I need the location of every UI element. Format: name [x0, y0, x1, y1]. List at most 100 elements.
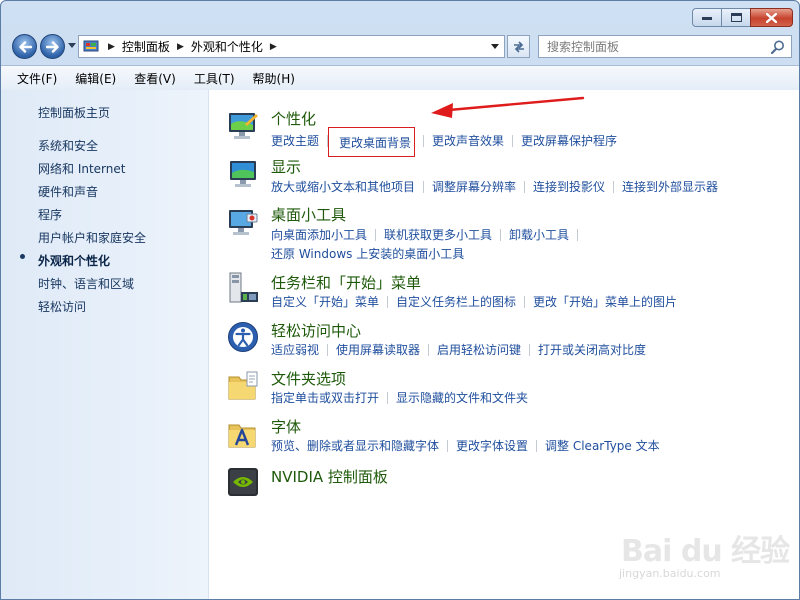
gadgets-icon[interactable] — [227, 206, 259, 238]
separator — [613, 180, 615, 193]
sidebar-item-home[interactable]: 控制面板主页 — [38, 104, 110, 121]
task-add-gadgets[interactable]: 向桌面添加小工具 — [271, 226, 367, 243]
minimize-icon — [702, 16, 712, 20]
category-title-folder-options[interactable]: 文件夹选项 — [271, 368, 346, 389]
task-accessibility-keys[interactable]: 启用轻松访问键 — [437, 341, 521, 358]
arrow-right-icon — [45, 40, 59, 53]
separator — [375, 228, 377, 241]
personalization-icon[interactable] — [227, 110, 259, 142]
category-title-fonts[interactable]: 字体 — [271, 416, 301, 437]
sidebar-item-hardware[interactable]: 硬件和声音 — [38, 183, 98, 200]
task-row: 向桌面添加小工具 联机获取更多小工具 卸载小工具 — [271, 226, 586, 243]
address-dropdown-icon[interactable] — [491, 44, 499, 50]
breadcrumb-separator-icon[interactable]: ▶ — [177, 42, 184, 52]
task-resize-text[interactable]: 放大或缩小文本和其他项目 — [271, 178, 415, 195]
watermark-url: jingyan.baidu.com — [619, 567, 721, 580]
separator — [529, 343, 531, 356]
sidebar-item-ease-of-access[interactable]: 轻松访问 — [38, 298, 86, 315]
task-screen-reader[interactable]: 使用屏幕读取器 — [336, 341, 420, 358]
category-title-ease-of-access[interactable]: 轻松访问中心 — [271, 320, 361, 341]
separator — [512, 134, 514, 147]
sidebar-item-network[interactable]: 网络和 Internet — [38, 160, 125, 177]
search-icon[interactable] — [771, 40, 785, 54]
task-change-start-menu-picture[interactable]: 更改「开始」菜单上的图片 — [533, 293, 677, 310]
title-bar — [1, 1, 799, 31]
maximize-button[interactable] — [721, 8, 751, 27]
menu-view[interactable]: 查看(V) — [127, 70, 183, 87]
ease-of-access-icon[interactable] — [227, 321, 259, 353]
display-icon[interactable] — [227, 158, 259, 190]
category-title-taskbar[interactable]: 任务栏和「开始」菜单 — [271, 272, 421, 293]
task-change-sound-effects[interactable]: 更改声音效果 — [432, 132, 504, 149]
separator — [536, 439, 538, 452]
task-restore-gadgets[interactable]: 还原 Windows 上安装的桌面小工具 — [271, 245, 464, 262]
task-change-screensaver[interactable]: 更改屏幕保护程序 — [521, 132, 617, 149]
separator — [524, 295, 526, 308]
task-customize-start-menu[interactable]: 自定义「开始」菜单 — [271, 293, 379, 310]
sidebar-item-user-accounts[interactable]: 用户帐户和家庭安全 — [38, 229, 146, 246]
task-row: 还原 Windows 上安装的桌面小工具 — [271, 245, 464, 262]
task-row: 更改主题 更改桌面背景 更改声音效果 更改屏幕保护程序 — [271, 127, 617, 157]
breadcrumb-appearance[interactable]: 外观和个性化 — [191, 38, 263, 55]
task-change-font-settings[interactable]: 更改字体设置 — [456, 437, 528, 454]
recent-pages-dropdown-icon[interactable] — [68, 43, 76, 51]
breadcrumb-separator-icon[interactable]: ▶ — [108, 42, 115, 52]
task-get-more-gadgets[interactable]: 联机获取更多小工具 — [384, 226, 492, 243]
close-button[interactable] — [750, 8, 793, 27]
separator — [577, 228, 579, 241]
task-manage-fonts[interactable]: 预览、删除或者显示和隐藏字体 — [271, 437, 439, 454]
sidebar-item-clock-language[interactable]: 时钟、语言和区域 — [38, 275, 134, 292]
category-title-nvidia[interactable]: NVIDIA 控制面板 — [271, 466, 388, 487]
separator — [423, 180, 425, 193]
back-button[interactable] — [12, 34, 37, 59]
search-box[interactable] — [538, 35, 792, 58]
minimize-button[interactable] — [692, 8, 722, 27]
separator — [447, 439, 449, 452]
menu-bar: 文件(F) 编辑(E) 查看(V) 工具(T) 帮助(H) — [1, 65, 799, 91]
folder-options-icon[interactable] — [227, 370, 259, 402]
menu-file[interactable]: 文件(F) — [10, 70, 64, 87]
maximize-icon — [730, 13, 742, 22]
task-connect-projector[interactable]: 连接到投影仪 — [533, 178, 605, 195]
category-title-personalization[interactable]: 个性化 — [271, 108, 316, 129]
task-row: 指定单击或双击打开 显示隐藏的文件和文件夹 — [271, 389, 528, 406]
task-single-double-click[interactable]: 指定单击或双击打开 — [271, 389, 379, 406]
task-adjust-resolution[interactable]: 调整屏幕分辨率 — [432, 178, 516, 195]
nvidia-icon[interactable] — [227, 466, 259, 498]
task-customize-taskbar-icons[interactable]: 自定义任务栏上的图标 — [396, 293, 516, 310]
task-high-contrast[interactable]: 打开或关闭高对比度 — [538, 341, 646, 358]
taskbar-icon[interactable] — [227, 272, 259, 304]
menu-help[interactable]: 帮助(H) — [246, 70, 302, 87]
separator — [423, 134, 425, 147]
breadcrumb-control-panel[interactable]: 控制面板 — [122, 38, 170, 55]
sidebar: 控制面板主页 系统和安全 网络和 Internet 硬件和声音 程序 用户帐户和… — [1, 90, 209, 599]
separator — [500, 228, 502, 241]
caption-buttons — [692, 8, 793, 27]
menu-tools[interactable]: 工具(T) — [187, 70, 242, 87]
task-uninstall-gadget[interactable]: 卸载小工具 — [509, 226, 569, 243]
sidebar-item-security[interactable]: 系统和安全 — [38, 137, 98, 154]
breadcrumb-separator-icon[interactable]: ▶ — [270, 42, 277, 52]
sidebar-item-programs[interactable]: 程序 — [38, 206, 62, 223]
forward-button[interactable] — [40, 34, 65, 59]
task-change-theme[interactable]: 更改主题 — [271, 132, 319, 149]
menu-edit[interactable]: 编辑(E) — [68, 70, 123, 87]
separator — [327, 343, 329, 356]
category-title-display[interactable]: 显示 — [271, 156, 301, 177]
fonts-icon[interactable] — [227, 418, 259, 450]
search-input[interactable] — [539, 36, 767, 57]
task-change-desktop-background[interactable]: 更改桌面背景 — [328, 127, 416, 157]
baidu-watermark: Bai du 经验 jingyan.baidu.com — [613, 512, 793, 592]
task-low-vision[interactable]: 适应弱视 — [271, 341, 319, 358]
refresh-button[interactable] — [507, 35, 530, 58]
annotation-arrow-icon — [431, 96, 585, 118]
task-show-hidden-files[interactable]: 显示隐藏的文件和文件夹 — [396, 389, 528, 406]
address-bar[interactable]: ▶ 控制面板 ▶ 外观和个性化 ▶ — [78, 35, 505, 58]
refresh-icon — [513, 40, 524, 53]
control-panel-icon — [83, 40, 99, 51]
task-adjust-cleartype[interactable]: 调整 ClearType 文本 — [545, 437, 660, 454]
watermark-brand: Bai du 经验 — [621, 534, 790, 569]
category-title-gadgets[interactable]: 桌面小工具 — [271, 204, 346, 225]
task-connect-external-display[interactable]: 连接到外部显示器 — [622, 178, 718, 195]
task-row: 适应弱视 使用屏幕读取器 启用轻松访问键 打开或关闭高对比度 — [271, 341, 646, 358]
